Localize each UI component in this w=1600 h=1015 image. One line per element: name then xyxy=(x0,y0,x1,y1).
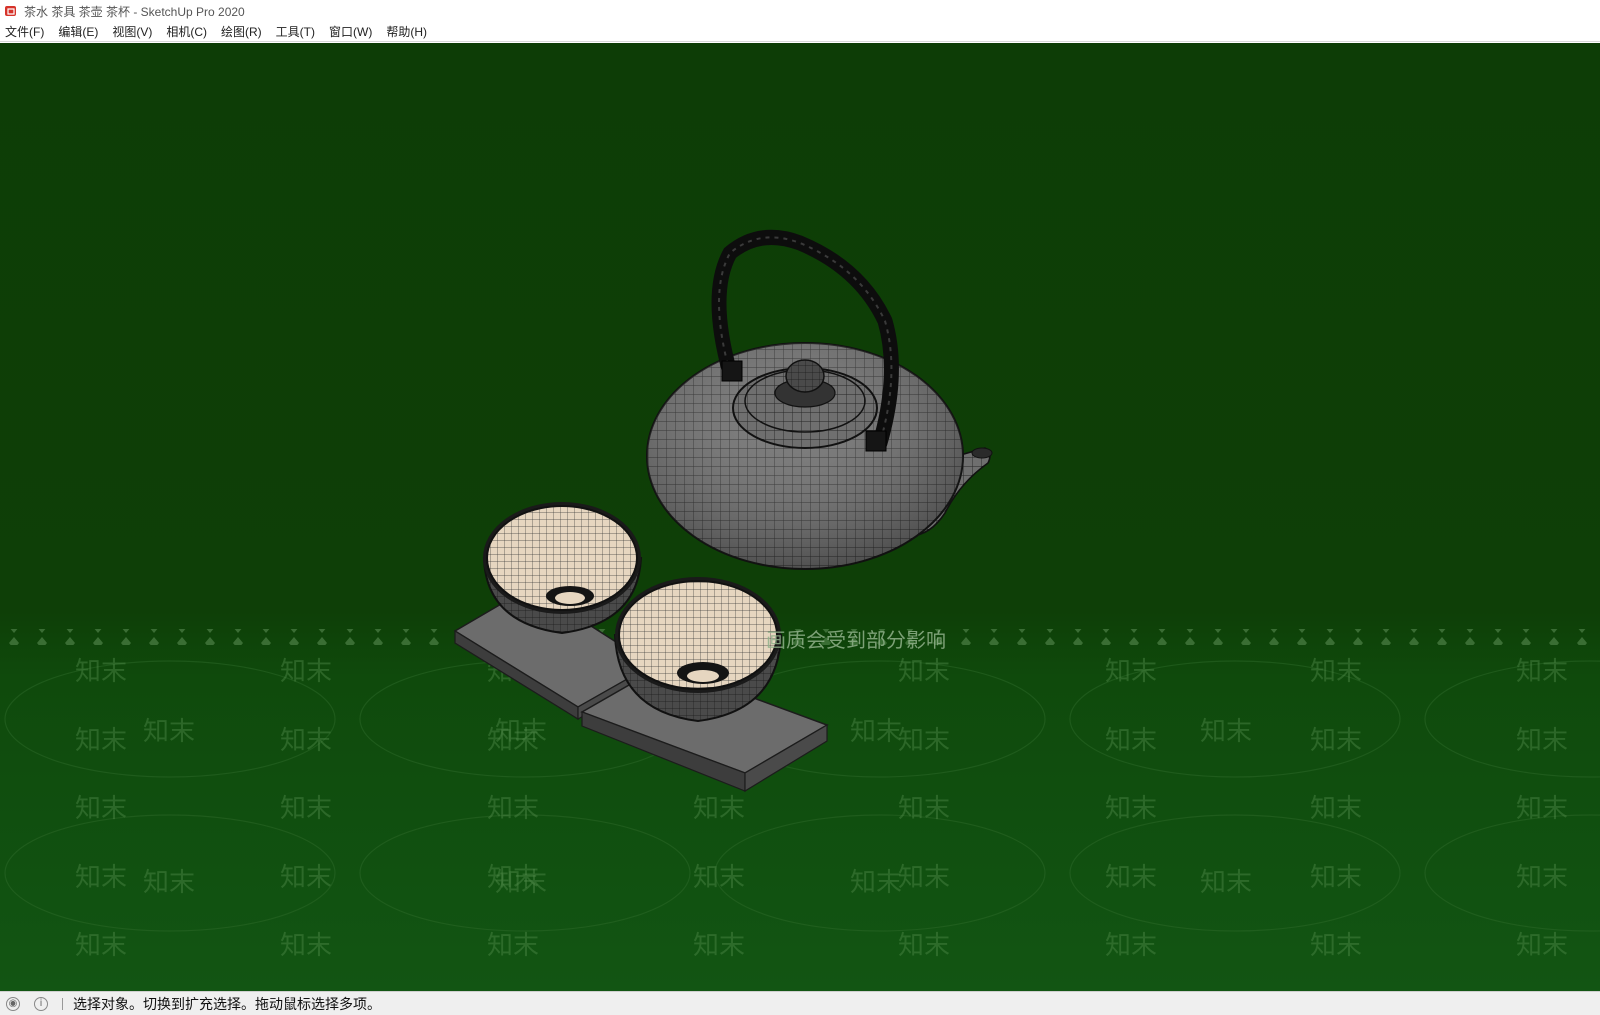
watermark-text: 知末 xyxy=(280,794,332,824)
watermark-text: 知末 xyxy=(1516,726,1568,756)
menu-draw[interactable]: 绘图(R) xyxy=(221,23,262,40)
quality-banner-text: 画质会受到部分影响 xyxy=(766,628,946,652)
watermark-text: 知末 xyxy=(898,794,950,824)
status-separator xyxy=(62,997,63,1010)
watermark-text: 知末 xyxy=(487,794,539,824)
watermark-text: 知末 xyxy=(1516,794,1568,824)
watermark-text-group: 知末 知末 知末 知末 知末 知末知末 知末 知末 知末 知末 知末 知末知末 知末 知末 知末 知末 知末 知末… xyxy=(75,657,1568,961)
watermark-text: 知末 xyxy=(1105,726,1157,756)
menu-edit[interactable]: 编辑(E) xyxy=(58,23,98,40)
watermark-text: 知末 xyxy=(1310,794,1362,824)
watermark-text: 知末 xyxy=(75,726,127,756)
watermark-text: 知末 xyxy=(898,726,950,756)
watermark-text: 知末 xyxy=(1310,657,1362,687)
watermark-text: 知末 xyxy=(280,863,332,893)
watermark-text: 知末 xyxy=(75,794,127,824)
watermark-text: 知末 xyxy=(693,863,745,893)
menu-bar: 文件(F) 编辑(E) 视图(V) 相机(C) 绘图(R) 工具(T) 窗口(W… xyxy=(0,22,1600,42)
watermark-text: 知末 xyxy=(75,863,127,893)
watermark-text: 知末 xyxy=(487,931,539,961)
watermark-text: 知末 xyxy=(1105,863,1157,893)
watermark-text: 知末 xyxy=(75,657,127,687)
window-title: 茶水 茶具 茶壶 茶杯 - SketchUp Pro 2020 xyxy=(24,4,245,19)
watermark-text: 知末 xyxy=(1310,863,1362,893)
watermark-text: 知末 xyxy=(495,717,547,747)
menu-help[interactable]: 帮助(H) xyxy=(386,23,427,40)
watermark-text: 知末 xyxy=(693,794,745,824)
scene-canvas[interactable]: 知末 知末 知末 知末 知末 知末知末 知末 知末 知末 知末 知末 知末知末 知末 知末 知末 知末 知末 知末… xyxy=(0,43,1600,991)
globe-icon[interactable]: ◉ xyxy=(6,996,20,1011)
watermark-text: 知末 xyxy=(1105,794,1157,824)
title-bar: 茶水 茶具 茶壶 茶杯 - SketchUp Pro 2020 xyxy=(0,0,1600,22)
info-icon[interactable]: i xyxy=(34,996,48,1011)
menu-tools[interactable]: 工具(T) xyxy=(276,23,315,40)
watermark-text: 知末 xyxy=(1200,717,1252,747)
watermark-text: 知末 xyxy=(1516,931,1568,961)
status-message: 选择对象。切换到扩充选择。拖动鼠标选择多项。 xyxy=(73,995,381,1012)
watermark-text: 知末 xyxy=(1105,931,1157,961)
menu-view[interactable]: 视图(V) xyxy=(112,23,152,40)
watermark-text: 知末 xyxy=(1516,863,1568,893)
watermark-text: 知末 xyxy=(1105,657,1157,687)
watermark-text: 知末 xyxy=(850,717,902,747)
watermark-text: 知末 xyxy=(898,863,950,893)
watermark-text: 知末 xyxy=(1516,657,1568,687)
watermark-text: 知末 xyxy=(898,657,950,687)
menu-file[interactable]: 文件(F) xyxy=(5,23,44,40)
watermark-text: 知末 xyxy=(280,657,332,687)
watermark-text: 知末 xyxy=(495,868,547,898)
watermark-text: 知末 xyxy=(693,931,745,961)
watermark-text: 知末 xyxy=(143,868,195,898)
watermark-text: 知末 xyxy=(850,868,902,898)
watermark-text: 知末 xyxy=(75,931,127,961)
watermark-text: 知末 xyxy=(143,717,195,747)
menu-camera[interactable]: 相机(C) xyxy=(166,23,207,40)
menu-window[interactable]: 窗口(W) xyxy=(329,23,372,40)
watermark-text: 知末 xyxy=(280,726,332,756)
watermark-text: 知末 xyxy=(280,931,332,961)
sketchup-logo-icon xyxy=(5,6,16,16)
watermark-text: 知末 xyxy=(1310,931,1362,961)
watermark-text: 知末 xyxy=(1310,726,1362,756)
status-bar: ◉ i 选择对象。切换到扩充选择。拖动鼠标选择多项。 xyxy=(0,991,1600,1015)
modeling-viewport[interactable]: 知末 知末 知末 知末 知末 知末 知末 知末 知末 知末 知末 知末 知末 知末 知末 知末 知末 知末 知末 知末… xyxy=(0,43,1600,991)
watermark-text: 知末 xyxy=(898,931,950,961)
watermark-text: 知末 xyxy=(1200,868,1252,898)
